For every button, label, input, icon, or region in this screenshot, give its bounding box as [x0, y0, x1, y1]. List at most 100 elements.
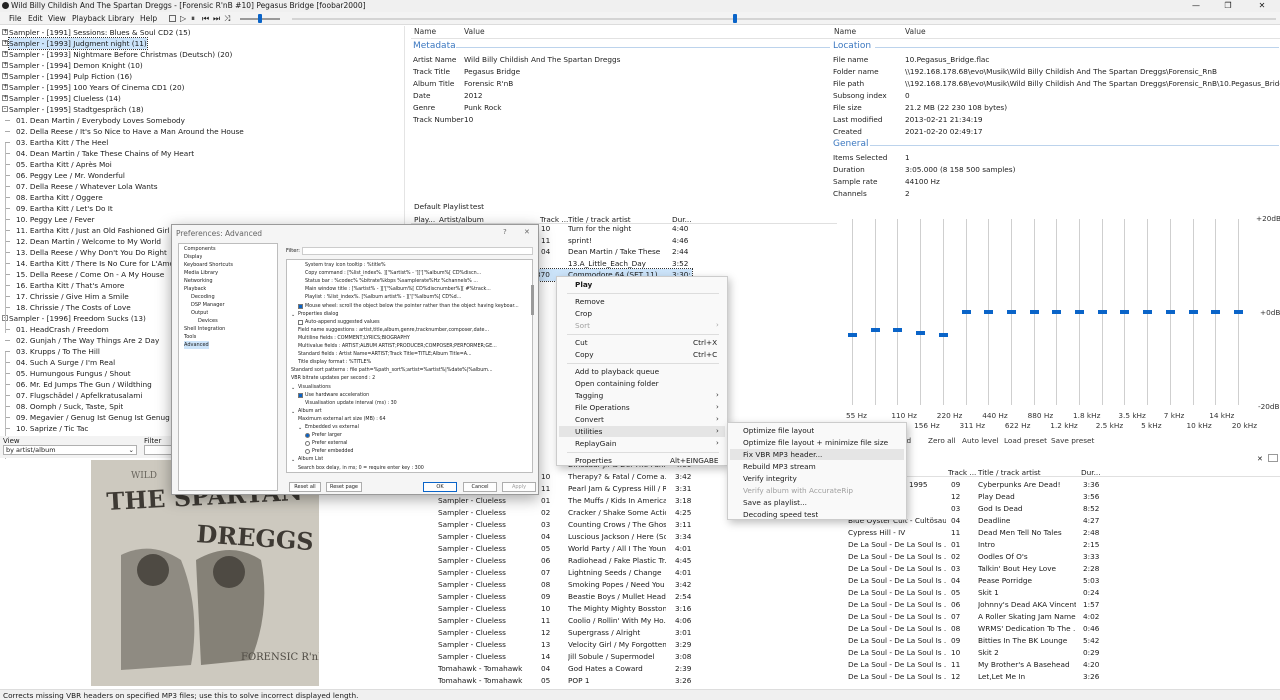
menu-item-play[interactable]: Play — [575, 279, 592, 290]
col-value-right[interactable]: Value — [905, 27, 926, 38]
property-value[interactable]: 21.2 MB (22 230 108 bytes) — [905, 103, 1007, 112]
expand-icon[interactable]: ⌄ — [291, 408, 295, 416]
playlist-row[interactable]: De La Soul - De La Soul Is ... 01 Intro 2:1… — [838, 539, 1280, 551]
eq-band-slider[interactable] — [893, 328, 903, 333]
property-value[interactable]: \\192.168.178.68\evo\Musik\Wild Billy Ch… — [905, 79, 1280, 88]
tree-track-item[interactable]: 06. Peggy Lee / Mr. Wonderful — [16, 170, 125, 181]
property-value[interactable]: 0 — [905, 91, 910, 100]
eq-auto-level-button[interactable]: Auto level — [962, 436, 999, 445]
advanced-setting[interactable]: Prefer larger — [312, 432, 342, 440]
menu-library[interactable]: Library — [108, 14, 134, 23]
advanced-setting[interactable]: Multivalue fields : ARTIST;ALBUM ARTIST;… — [298, 343, 497, 351]
prefs-nav-item[interactable]: Keyboard Shortcuts — [184, 261, 233, 269]
playlist-row[interactable]: Sampler - Clueless 13 Velocity Girl / My F… — [411, 639, 837, 651]
eq-band-slider[interactable] — [848, 333, 857, 337]
playlist-row[interactable]: Sampler - Clueless 10 The Mighty Mighty Bo… — [411, 603, 837, 615]
tree-track-item[interactable]: 07. Flugschädel / Apfelkratusalami — [16, 390, 142, 401]
playlist-row[interactable]: De La Soul - De La Soul Is ... 12 Let,Let … — [838, 671, 1280, 683]
menu-item-properties[interactable]: Properties — [575, 455, 612, 466]
property-value[interactable]: Forensic R'nB — [464, 79, 513, 88]
playlist-row[interactable]: Sampler - Clueless 07 Lightning Seeds / Ch… — [411, 567, 837, 579]
random-icon[interactable]: ⤨ — [224, 14, 230, 24]
menu-file[interactable]: File — [9, 14, 22, 23]
menu-playback[interactable]: Playback — [72, 14, 105, 23]
advanced-setting[interactable]: Multiline fields : COMMENT;LYRICS;BIOGRA… — [298, 335, 410, 343]
prefs-nav-item[interactable]: Output — [191, 309, 208, 317]
playlist-row[interactable]: De La Soul - De La Soul Is ... 09 Bitties … — [838, 635, 1280, 647]
close-window-icon[interactable]: ✕ — [1246, 0, 1278, 12]
playlist-row[interactable]: Tomahawk - Tomahawk 04 God Hates a Coward 2… — [411, 663, 837, 675]
advanced-setting[interactable]: System tray icon tooltip : %title% — [305, 262, 386, 270]
advanced-setting[interactable]: Maximum external art size (MB) : 64 — [298, 416, 386, 424]
playlist-row[interactable]: 11 sprint! 4:46 — [536, 235, 692, 247]
col-title-2[interactable]: Title / track artist — [978, 468, 1041, 477]
advanced-setting[interactable]: Standard fields : Artist Name=ARTIST;Tra… — [298, 351, 472, 359]
eq-load-preset-button[interactable]: Load preset — [1004, 436, 1047, 445]
volume-thumb[interactable] — [258, 14, 262, 23]
tree-track-item[interactable]: 01. HeadCrash / Freedom — [16, 324, 109, 335]
eq-band-slider[interactable] — [1029, 310, 1039, 314]
tree-track-item[interactable]: 08. Oomph / Suck, Taste, Spit — [16, 401, 123, 412]
advanced-setting[interactable]: Album art — [298, 408, 322, 416]
menu-item-tagging[interactable]: Tagging — [575, 390, 603, 401]
close-icon[interactable]: ✕ — [524, 228, 530, 236]
eq-save-preset-button[interactable]: Save preset — [1051, 436, 1094, 445]
prefs-nav-item[interactable]: Display — [184, 253, 202, 261]
property-value[interactable]: 3:05.000 (8 158 500 samples) — [905, 165, 1015, 174]
menu-item-remove[interactable]: Remove — [575, 296, 605, 307]
expand-icon[interactable]: + — [2, 40, 8, 46]
tree-track-item[interactable]: 09. Eartha Kitt / Let's Do It — [16, 203, 113, 214]
expand-icon[interactable]: ⌄ — [298, 424, 302, 432]
minimize-icon[interactable]: — — [1180, 0, 1212, 12]
submenu-item[interactable]: Optimize file layout — [743, 425, 814, 436]
playlist-row[interactable]: 10 Turn for the night 4:40 — [536, 223, 692, 235]
eq-band-slider[interactable] — [916, 330, 926, 335]
seek-bar[interactable] — [292, 18, 1276, 20]
playlist-row[interactable]: De La Soul - De La Soul Is ... 06 Johnny's… — [838, 599, 1280, 611]
tree-track-item[interactable]: 15. Della Reese / Come On - A My House — [16, 269, 164, 280]
advanced-setting[interactable]: Visualisation update interval (ms) : 30 — [305, 400, 397, 408]
play-icon[interactable]: ▷ — [180, 14, 186, 23]
property-value[interactable]: 1 — [905, 153, 910, 162]
expand-icon[interactable]: ⌄ — [291, 311, 295, 319]
tree-album-node[interactable]: Sampler - [1995] Stadtgespräch (18) — [9, 104, 144, 115]
tree-album-node[interactable]: Sampler - [1994] Demon Knight (10) — [9, 60, 143, 71]
expand-icon[interactable]: + — [2, 29, 8, 35]
expand-icon[interactable]: ⌄ — [291, 384, 295, 392]
tree-album-node[interactable]: Sampler - [1995] 100 Years Of Cinema CD1… — [9, 82, 184, 93]
playlist-row[interactable]: Sampler - Clueless 09 Beastie Boys / Mulle… — [411, 591, 837, 603]
help-icon[interactable]: ? — [503, 228, 507, 236]
property-value[interactable]: 10 — [464, 115, 473, 124]
property-value[interactable]: 2021-02-20 02:49:17 — [905, 127, 983, 136]
expand-icon[interactable]: + — [2, 73, 8, 79]
playlist-row[interactable]: 13.A_Little_Each_Day 3:52 — [536, 258, 692, 270]
tree-track-item[interactable]: 08. Eartha Kitt / Oggere — [16, 192, 103, 203]
col-track-2[interactable]: Track ... — [948, 468, 976, 477]
tree-track-item[interactable]: 16. Eartha Kitt / That's Amore — [16, 280, 124, 291]
playlist-row[interactable]: De La Soul - De La Soul Is ... 02 Oodles O… — [838, 551, 1280, 563]
col-duration-2[interactable]: Dur... — [1081, 468, 1101, 477]
prefs-nav-item[interactable]: Shell Integration — [184, 325, 225, 333]
playlist-row[interactable]: Sampler - Clueless 05 World Party / All I … — [411, 543, 837, 555]
previous-icon[interactable]: ⏮ — [202, 14, 209, 24]
prefs-nav-item[interactable]: DSP Manager — [191, 301, 225, 309]
advanced-setting[interactable]: Prefer embedded — [312, 448, 353, 456]
tree-track-item[interactable]: 14. Eartha Kitt / There Is No Cure for L… — [16, 258, 182, 269]
prefs-nav-item[interactable]: Media Library — [184, 269, 218, 277]
property-value[interactable]: Wild Billy Childish And The Spartan Dreg… — [464, 55, 620, 64]
advanced-setting[interactable]: Visualisations — [298, 384, 331, 392]
prefs-filter-input[interactable] — [302, 247, 533, 255]
property-value[interactable]: \\192.168.178.68\evo\Musik\Wild Billy Ch… — [905, 67, 1217, 76]
advanced-setting[interactable]: Title display format : %TITLE% — [298, 359, 371, 367]
property-value[interactable]: 44100 Hz — [905, 177, 940, 186]
checkbox-icon[interactable] — [298, 319, 303, 325]
tree-track-item[interactable]: 07. Della Reese / Whatever Lola Wants — [16, 181, 158, 192]
menu-item-cut[interactable]: Cut — [575, 337, 588, 348]
prefs-nav-item[interactable]: Networking — [184, 277, 213, 285]
playlist-row[interactable]: Sampler - Clueless 11 Coolio / Rollin' Wit… — [411, 615, 837, 627]
panel-toggle-icon[interactable] — [1268, 454, 1278, 462]
tab-default-playlist[interactable]: Default Playlist — [414, 202, 469, 211]
tree-album-node[interactable]: Sampler - [1991] Sessions: Blues & Soul … — [9, 27, 191, 38]
menu-item-add-to-playback-queue[interactable]: Add to playback queue — [575, 366, 659, 377]
submenu-item[interactable]: Verify album with AccurateRip — [743, 485, 853, 496]
